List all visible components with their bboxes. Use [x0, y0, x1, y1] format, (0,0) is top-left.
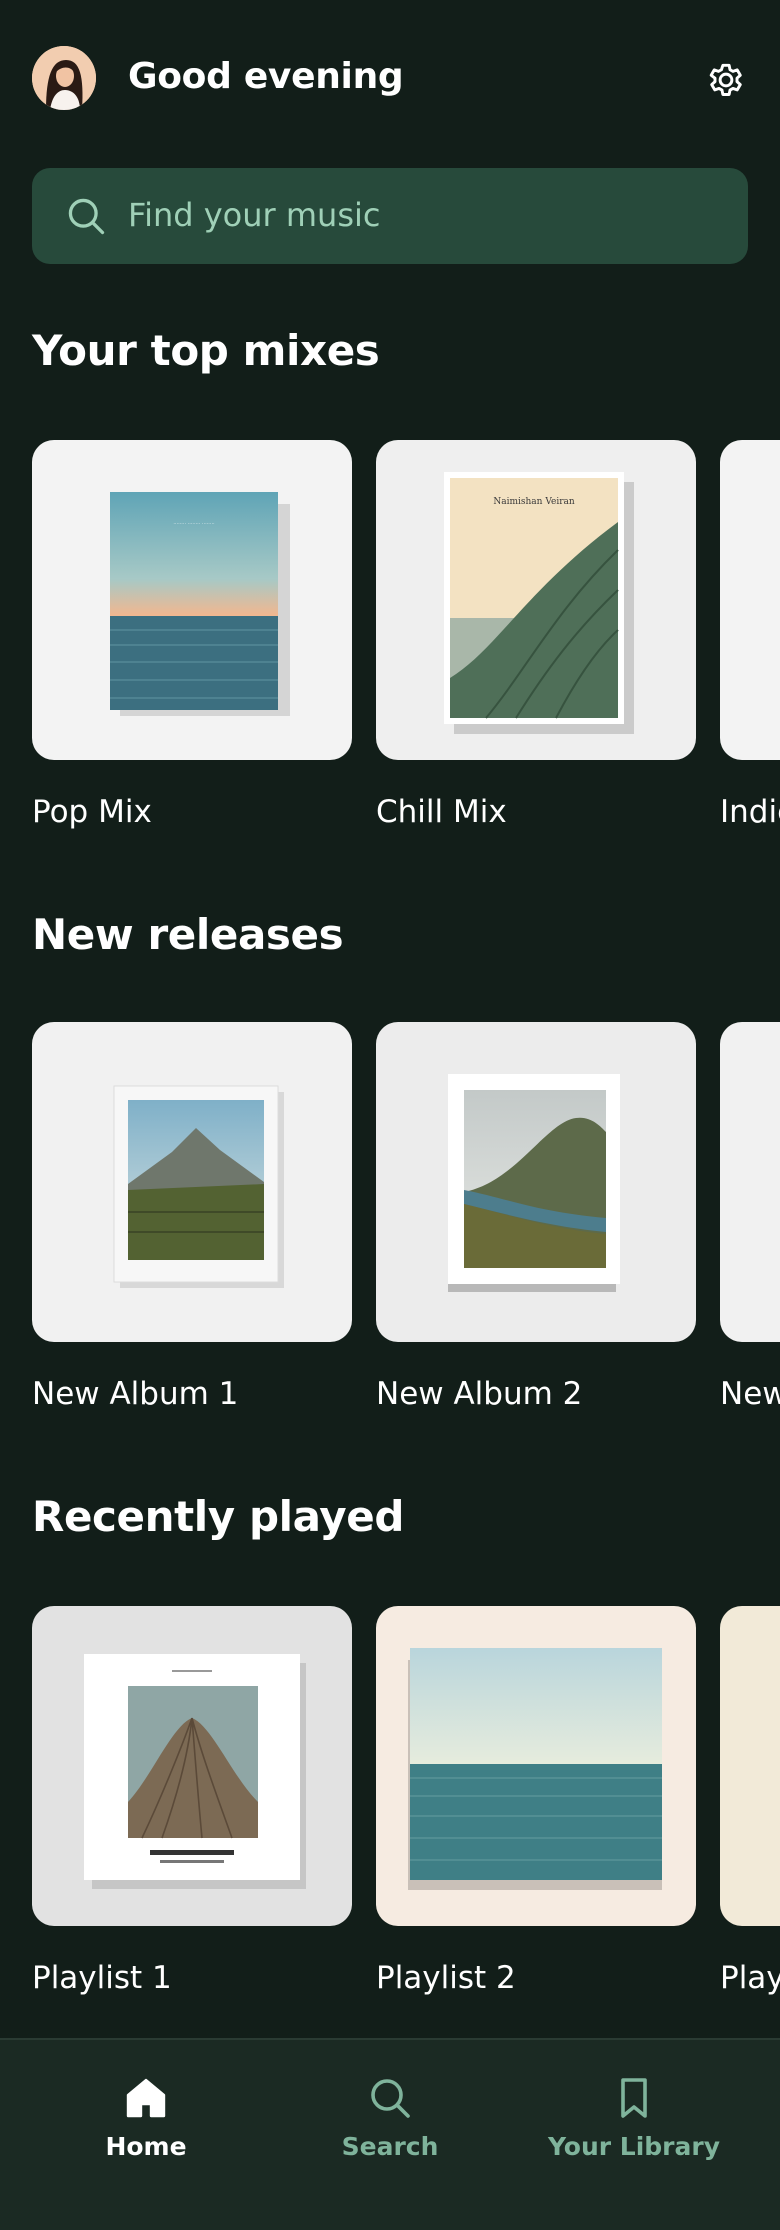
playlist-card-1[interactable]	[32, 1606, 352, 1926]
bottom-nav: Home Search Your Library	[0, 2038, 780, 2230]
mix-label-pop: Pop Mix	[32, 794, 152, 830]
search-icon	[64, 194, 108, 238]
search-input[interactable]: Find your music	[32, 168, 748, 264]
nav-home-label: Home	[105, 2132, 187, 2161]
nav-search[interactable]: Search	[290, 2074, 490, 2161]
playlist-card-2[interactable]	[376, 1606, 696, 1926]
album-card-1[interactable]	[32, 1022, 352, 1342]
playlist-label-2: Playlist 2	[376, 1960, 516, 1996]
nav-home[interactable]: Home	[46, 2074, 246, 2161]
mix-card-chill[interactable]: Naimishan Veiran	[376, 440, 696, 760]
chill-cover-title: Naimishan Veiran	[493, 497, 575, 507]
search-icon	[366, 2074, 414, 2122]
new-releases-row: New Album 1 New Album 2 New Album 3	[0, 1022, 780, 1442]
bookmark-icon	[610, 2074, 658, 2122]
recently-played-row: Playlist 1 Playlist 2 Playlist 3	[0, 1606, 780, 2006]
search-placeholder: Find your music	[128, 196, 381, 234]
mix-label-chill: Chill Mix	[376, 794, 507, 830]
nav-library[interactable]: Your Library	[534, 2074, 734, 2161]
greeting-title: Good evening	[128, 56, 404, 97]
album-card-2[interactable]	[376, 1022, 696, 1342]
user-avatar[interactable]	[32, 46, 96, 110]
gear-icon[interactable]	[704, 58, 748, 102]
nav-library-label: Your Library	[547, 2132, 721, 2161]
nav-search-label: Search	[341, 2132, 439, 2161]
svg-text:........ ........ ........: ........ ........ ........	[173, 520, 215, 526]
header: Good evening	[32, 46, 748, 114]
album-label-1: New Album 1	[32, 1376, 239, 1412]
album-label-3: New Album 3	[720, 1376, 780, 1412]
playlist-label-3: Playlist 3	[720, 1960, 780, 1996]
playlist-label-1: Playlist 1	[32, 1960, 172, 1996]
mix-card-pop[interactable]: ........ ........ ........	[32, 440, 352, 760]
mix-card-indie[interactable]	[720, 440, 780, 760]
album-label-2: New Album 2	[376, 1376, 583, 1412]
section-title-new-releases: New releases	[32, 910, 344, 959]
album-card-3[interactable]	[720, 1022, 780, 1342]
mix-label-indie: Indie Mix	[720, 794, 780, 830]
top-mixes-row: ........ ........ ........ Naimishan Vei…	[0, 440, 780, 860]
home-icon	[122, 2074, 170, 2122]
playlist-card-3[interactable]	[720, 1606, 780, 1926]
section-title-top-mixes: Your top mixes	[32, 326, 380, 375]
section-title-recently-played: Recently played	[32, 1492, 405, 1541]
